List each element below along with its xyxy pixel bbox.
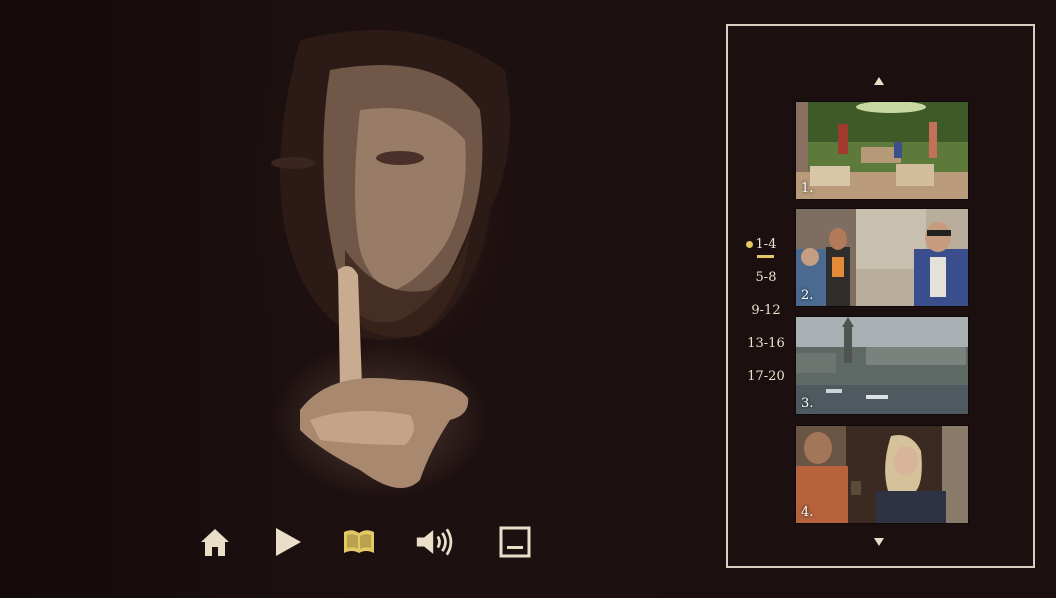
chapter-page-13-16[interactable]: 13-16 (742, 335, 790, 368)
chapter-scene-image (796, 209, 968, 306)
chapter-number: 4. (801, 505, 814, 520)
chapter-thumbnail-2[interactable]: 2. (796, 209, 968, 306)
chapter-scene-image (796, 317, 968, 414)
chapter-page-17-20[interactable]: 17-20 (742, 368, 790, 401)
play-button[interactable] (267, 522, 307, 562)
page-label: 5-8 (755, 270, 777, 285)
chapter-page-5-8[interactable]: 5-8 (742, 269, 790, 302)
chapter-thumbnail-3[interactable]: 3. (796, 317, 968, 414)
chapter-page-9-12[interactable]: 9-12 (742, 302, 790, 335)
chapter-page-list: 1-4 5-8 9-12 13-16 17-20 (742, 236, 790, 401)
chapter-panel: 1-4 5-8 9-12 13-16 17-20 1. 2. 3. 4. (726, 24, 1035, 568)
home-button[interactable] (195, 522, 235, 562)
play-icon (276, 528, 301, 556)
chapter-number: 2. (801, 288, 814, 303)
chapters-button[interactable] (339, 522, 379, 562)
chapter-scene-image (796, 426, 968, 523)
page-label: 9-12 (751, 303, 781, 318)
chapter-number: 3. (801, 396, 814, 411)
selected-underline (757, 255, 774, 258)
menu-nav (195, 522, 540, 562)
audio-icon (416, 528, 453, 556)
subtitles-button[interactable] (495, 522, 535, 562)
book-icon (344, 530, 374, 553)
home-icon (201, 529, 229, 556)
hero-portrait (0, 0, 720, 598)
page-label: 13-16 (747, 336, 785, 351)
chapter-number: 1. (801, 181, 814, 196)
chapter-page-1-4[interactable]: 1-4 (742, 236, 790, 269)
scroll-up-arrow-icon[interactable] (874, 77, 884, 85)
scroll-down-arrow-icon[interactable] (874, 538, 884, 546)
chapter-scene-image (796, 102, 968, 199)
page-label: 17-20 (747, 369, 785, 384)
chapter-thumbnail-1[interactable]: 1. (796, 102, 968, 199)
chapter-thumbnail-4[interactable]: 4. (796, 426, 968, 523)
page-label: 1-4 (755, 237, 777, 252)
audio-button[interactable] (415, 522, 455, 562)
subtitles-icon (499, 526, 531, 558)
selected-dot-icon (746, 241, 753, 248)
